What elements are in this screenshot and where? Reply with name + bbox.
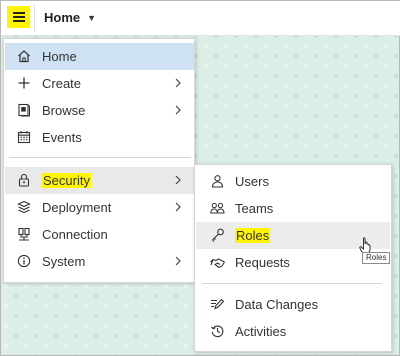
submenu-item-label: Data Changes [235, 297, 319, 312]
handshake-icon [210, 258, 225, 269]
breadcrumb-home-dropdown[interactable]: Home ▼ [44, 10, 96, 25]
submenu-item-label: Activities [235, 324, 287, 339]
main-menu-item-browse[interactable]: Browse [5, 97, 194, 124]
submenu-item-label: Teams [235, 201, 274, 216]
main-menu-item-create[interactable]: Create [5, 70, 194, 97]
main-menu-item-label: Browse [42, 103, 86, 118]
submenu-item-label: Roles [235, 228, 271, 243]
main-menu-item-label: Connection [42, 227, 108, 242]
main-menu-item-label: Deployment [42, 200, 112, 215]
calendar-icon [17, 131, 31, 144]
caret-down-icon: ▼ [87, 12, 97, 23]
submenu-separator [202, 283, 382, 284]
edit-icon [211, 298, 225, 310]
chevron-right-icon [175, 202, 181, 212]
teams-icon [210, 202, 225, 214]
submenu-item-data-changes[interactable]: Data Changes [196, 291, 390, 318]
main-menu-item-home[interactable]: Home [5, 43, 194, 70]
main-menu-item-connection[interactable]: Connection [5, 221, 194, 248]
chevron-right-icon [175, 256, 181, 266]
main-menu-item-deployment[interactable]: Deployment [5, 194, 194, 221]
chevron-right-icon [175, 78, 181, 88]
main-menu-item-label: System [42, 254, 86, 269]
tooltip: Roles [362, 252, 391, 264]
lock-icon [18, 173, 30, 187]
header-divider [34, 4, 35, 32]
info-icon [17, 254, 31, 268]
hamburger-icon [12, 12, 25, 22]
submenu-item-label: Requests [235, 255, 290, 270]
main-menu-item-label: Events [42, 130, 82, 145]
main-menu-item-system[interactable]: System [5, 248, 194, 275]
main-menu-item-security[interactable]: Security [5, 167, 194, 194]
main-menu: Home Create Browse Events Security Deplo… [3, 38, 195, 283]
deployment-icon [17, 200, 31, 214]
breadcrumb-label: Home [44, 10, 81, 25]
history-icon [211, 325, 224, 338]
main-menu-item-label: Security [42, 173, 91, 188]
submenu-item-users[interactable]: Users [196, 168, 390, 195]
top-bar: Home ▼ [1, 1, 400, 36]
home-icon [18, 50, 30, 63]
connection-icon [18, 227, 30, 241]
key-icon [212, 228, 224, 242]
submenu-item-label: Users [235, 174, 269, 189]
submenu-item-activities[interactable]: Activities [196, 318, 390, 345]
user-icon [211, 175, 224, 188]
menu-separator [9, 157, 191, 158]
browse-icon [18, 103, 30, 117]
chevron-right-icon [175, 105, 181, 115]
chevron-right-icon [175, 175, 181, 185]
hamburger-menu-button[interactable] [7, 6, 30, 28]
main-menu-item-events[interactable]: Events [5, 124, 194, 151]
main-menu-item-label: Create [42, 76, 82, 91]
submenu-item-teams[interactable]: Teams [196, 195, 390, 222]
plus-icon [18, 77, 30, 89]
main-menu-item-label: Home [42, 49, 77, 64]
